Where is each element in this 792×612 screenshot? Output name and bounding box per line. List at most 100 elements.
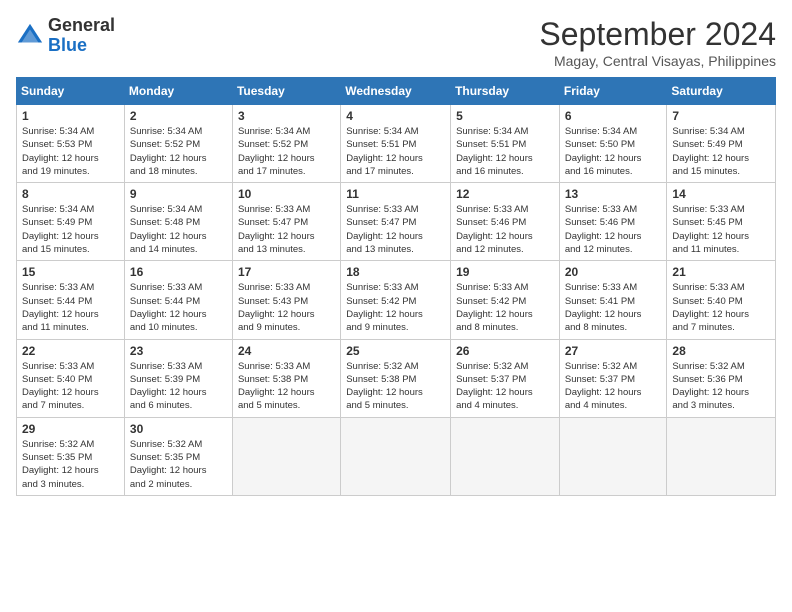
day-info: Sunrise: 5:32 AMSunset: 5:35 PMDaylight:… <box>22 438 119 491</box>
col-wednesday: Wednesday <box>341 78 451 105</box>
calendar-cell: 29Sunrise: 5:32 AMSunset: 5:35 PMDayligh… <box>17 417 125 495</box>
day-number: 6 <box>565 109 662 123</box>
calendar-cell: 8 Sunrise: 5:34 AMSunset: 5:49 PMDaylight… <box>17 183 125 261</box>
calendar-cell: 4 Sunrise: 5:34 AMSunset: 5:51 PMDaylight… <box>341 105 451 183</box>
day-info: Sunrise: 5:33 AMSunset: 5:39 PMDaylight:… <box>130 360 227 413</box>
calendar-cell <box>451 417 560 495</box>
calendar-row-0: 1 Sunrise: 5:34 AMSunset: 5:53 PMDaylight… <box>17 105 776 183</box>
day-info: Sunrise: 5:34 AMSunset: 5:49 PMDaylight:… <box>672 125 770 178</box>
day-info: Sunrise: 5:33 AMSunset: 5:40 PMDaylight:… <box>22 360 119 413</box>
day-number: 11 <box>346 187 445 201</box>
day-number: 2 <box>130 109 227 123</box>
day-number: 3 <box>238 109 335 123</box>
day-number: 10 <box>238 187 335 201</box>
day-info: Sunrise: 5:33 AMSunset: 5:42 PMDaylight:… <box>456 281 554 334</box>
day-number: 8 <box>22 187 119 201</box>
calendar-cell: 20 Sunrise: 5:33 AMSunset: 5:41 PMDayligh… <box>559 261 667 339</box>
day-info: Sunrise: 5:33 AMSunset: 5:40 PMDaylight:… <box>672 281 770 334</box>
page-header: General Blue September 2024 Magay, Centr… <box>16 16 776 69</box>
day-number: 4 <box>346 109 445 123</box>
day-info: Sunrise: 5:32 AMSunset: 5:38 PMDaylight:… <box>346 360 445 413</box>
day-number: 20 <box>565 265 662 279</box>
calendar-cell: 19Sunrise: 5:33 AMSunset: 5:42 PMDayligh… <box>451 261 560 339</box>
calendar-cell: 17Sunrise: 5:33 AMSunset: 5:43 PMDayligh… <box>232 261 340 339</box>
day-info: Sunrise: 5:34 AMSunset: 5:51 PMDaylight:… <box>456 125 554 178</box>
calendar-cell: 13 Sunrise: 5:33 AMSunset: 5:46 PMDayligh… <box>559 183 667 261</box>
day-info: Sunrise: 5:32 AMSunset: 5:37 PMDaylight:… <box>456 360 554 413</box>
calendar-cell: 14 Sunrise: 5:33 AMSunset: 5:45 PMDayligh… <box>667 183 776 261</box>
calendar-cell: 9 Sunrise: 5:34 AMSunset: 5:48 PMDaylight… <box>124 183 232 261</box>
calendar-cell <box>341 417 451 495</box>
logo-blue-text: Blue <box>48 35 87 55</box>
day-info: Sunrise: 5:33 AMSunset: 5:44 PMDaylight:… <box>22 281 119 334</box>
day-number: 24 <box>238 344 335 358</box>
day-info: Sunrise: 5:33 AMSunset: 5:46 PMDaylight:… <box>456 203 554 256</box>
day-number: 13 <box>565 187 662 201</box>
day-info: Sunrise: 5:33 AMSunset: 5:47 PMDaylight:… <box>238 203 335 256</box>
calendar-row-2: 15 Sunrise: 5:33 AMSunset: 5:44 PMDayligh… <box>17 261 776 339</box>
day-info: Sunrise: 5:32 AMSunset: 5:35 PMDaylight:… <box>130 438 227 491</box>
day-number: 16 <box>130 265 227 279</box>
logo-icon <box>16 22 44 50</box>
col-saturday: Saturday <box>667 78 776 105</box>
day-number: 9 <box>130 187 227 201</box>
calendar-cell: 1 Sunrise: 5:34 AMSunset: 5:53 PMDaylight… <box>17 105 125 183</box>
calendar-cell: 18 Sunrise: 5:33 AMSunset: 5:42 PMDayligh… <box>341 261 451 339</box>
day-info: Sunrise: 5:34 AMSunset: 5:50 PMDaylight:… <box>565 125 662 178</box>
day-info: Sunrise: 5:33 AMSunset: 5:41 PMDaylight:… <box>565 281 662 334</box>
calendar-header-row: Sunday Monday Tuesday Wednesday Thursday… <box>17 78 776 105</box>
month-title: September 2024 <box>539 16 776 53</box>
logo-general-text: General <box>48 15 115 35</box>
calendar-cell <box>559 417 667 495</box>
day-info: Sunrise: 5:34 AMSunset: 5:48 PMDaylight:… <box>130 203 227 256</box>
day-number: 30 <box>130 422 227 436</box>
day-info: Sunrise: 5:33 AMSunset: 5:38 PMDaylight:… <box>238 360 335 413</box>
col-friday: Friday <box>559 78 667 105</box>
col-tuesday: Tuesday <box>232 78 340 105</box>
day-number: 7 <box>672 109 770 123</box>
calendar-cell: 28 Sunrise: 5:32 AMSunset: 5:36 PMDayligh… <box>667 339 776 417</box>
day-number: 14 <box>672 187 770 201</box>
calendar-cell: 23 Sunrise: 5:33 AMSunset: 5:39 PMDayligh… <box>124 339 232 417</box>
day-info: Sunrise: 5:33 AMSunset: 5:43 PMDaylight:… <box>238 281 335 334</box>
day-info: Sunrise: 5:32 AMSunset: 5:36 PMDaylight:… <box>672 360 770 413</box>
day-info: Sunrise: 5:34 AMSunset: 5:53 PMDaylight:… <box>22 125 119 178</box>
col-sunday: Sunday <box>17 78 125 105</box>
day-info: Sunrise: 5:33 AMSunset: 5:47 PMDaylight:… <box>346 203 445 256</box>
day-info: Sunrise: 5:33 AMSunset: 5:44 PMDaylight:… <box>130 281 227 334</box>
day-info: Sunrise: 5:32 AMSunset: 5:37 PMDaylight:… <box>565 360 662 413</box>
day-number: 27 <box>565 344 662 358</box>
calendar-row-1: 8 Sunrise: 5:34 AMSunset: 5:49 PMDaylight… <box>17 183 776 261</box>
calendar-cell: 21 Sunrise: 5:33 AMSunset: 5:40 PMDayligh… <box>667 261 776 339</box>
day-info: Sunrise: 5:34 AMSunset: 5:51 PMDaylight:… <box>346 125 445 178</box>
day-number: 25 <box>346 344 445 358</box>
calendar-cell: 6 Sunrise: 5:34 AMSunset: 5:50 PMDaylight… <box>559 105 667 183</box>
calendar-cell: 22Sunrise: 5:33 AMSunset: 5:40 PMDayligh… <box>17 339 125 417</box>
day-number: 1 <box>22 109 119 123</box>
col-monday: Monday <box>124 78 232 105</box>
calendar-row-3: 22Sunrise: 5:33 AMSunset: 5:40 PMDayligh… <box>17 339 776 417</box>
day-number: 18 <box>346 265 445 279</box>
day-number: 15 <box>22 265 119 279</box>
calendar-cell <box>667 417 776 495</box>
title-area: September 2024 Magay, Central Visayas, P… <box>539 16 776 69</box>
calendar-cell: 24 Sunrise: 5:33 AMSunset: 5:38 PMDayligh… <box>232 339 340 417</box>
day-number: 23 <box>130 344 227 358</box>
day-number: 28 <box>672 344 770 358</box>
day-info: Sunrise: 5:34 AMSunset: 5:49 PMDaylight:… <box>22 203 119 256</box>
calendar-body: 1 Sunrise: 5:34 AMSunset: 5:53 PMDaylight… <box>17 105 776 496</box>
calendar-cell: 3Sunrise: 5:34 AMSunset: 5:52 PMDaylight… <box>232 105 340 183</box>
day-info: Sunrise: 5:33 AMSunset: 5:45 PMDaylight:… <box>672 203 770 256</box>
calendar-cell: 16 Sunrise: 5:33 AMSunset: 5:44 PMDayligh… <box>124 261 232 339</box>
day-info: Sunrise: 5:33 AMSunset: 5:46 PMDaylight:… <box>565 203 662 256</box>
day-info: Sunrise: 5:33 AMSunset: 5:42 PMDaylight:… <box>346 281 445 334</box>
day-info: Sunrise: 5:34 AMSunset: 5:52 PMDaylight:… <box>130 125 227 178</box>
calendar-cell: 27 Sunrise: 5:32 AMSunset: 5:37 PMDayligh… <box>559 339 667 417</box>
calendar-row-4: 29Sunrise: 5:32 AMSunset: 5:35 PMDayligh… <box>17 417 776 495</box>
calendar-cell: 30 Sunrise: 5:32 AMSunset: 5:35 PMDayligh… <box>124 417 232 495</box>
day-number: 21 <box>672 265 770 279</box>
location-text: Magay, Central Visayas, Philippines <box>539 53 776 69</box>
day-number: 5 <box>456 109 554 123</box>
calendar-cell: 15 Sunrise: 5:33 AMSunset: 5:44 PMDayligh… <box>17 261 125 339</box>
day-number: 12 <box>456 187 554 201</box>
